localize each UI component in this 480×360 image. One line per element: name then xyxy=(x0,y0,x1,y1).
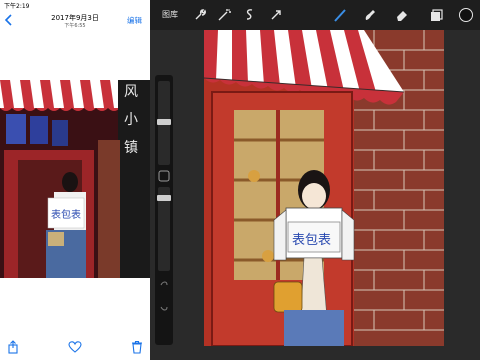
side-panel-graphic xyxy=(155,75,173,345)
canvas-sign-text: 表包表 xyxy=(292,233,331,248)
photo-awning xyxy=(0,80,120,111)
drawing-canvas[interactable]: 表包表 xyxy=(204,30,444,346)
photo-scene: 风 小 镇 表包表 xyxy=(0,80,150,278)
procreate-side-panel xyxy=(155,75,173,345)
smudge-icon[interactable] xyxy=(362,7,378,23)
brick-wall xyxy=(98,140,120,278)
selection-icon[interactable] xyxy=(242,7,258,23)
photo-image[interactable]: 风 小 镇 表包表 xyxy=(0,80,150,278)
magic-wand-icon[interactable] xyxy=(216,7,232,23)
eraser-icon[interactable] xyxy=(394,7,410,23)
heart-icon[interactable] xyxy=(68,340,82,354)
photo-sign-text: 表包表 xyxy=(51,208,81,221)
trash-icon[interactable] xyxy=(130,340,144,354)
brush-icon[interactable] xyxy=(332,7,348,23)
edit-button[interactable]: 编辑 xyxy=(127,15,142,26)
photo-shop-char-1: 风 xyxy=(124,84,138,100)
photo-shop-char-3: 镇 xyxy=(124,140,138,156)
poster xyxy=(6,114,26,144)
photo-toolbar xyxy=(0,336,150,360)
status-time: 下午2:19 xyxy=(4,3,30,10)
poster xyxy=(52,120,68,146)
opacity-thumb[interactable] xyxy=(157,195,171,201)
photo-shop-char-2: 小 xyxy=(124,112,138,128)
layers-icon[interactable] xyxy=(428,7,444,23)
wrench-icon[interactable] xyxy=(192,7,208,23)
color-icon[interactable] xyxy=(458,7,474,23)
procreate-toolbar: 图库 xyxy=(150,0,480,30)
photos-app-pane: 下午2:19 2017年9月3日 下午6:55 编辑 风 小 镇 表包表 xyxy=(0,0,150,360)
poster xyxy=(30,116,48,144)
move-icon[interactable] xyxy=(268,7,284,23)
illustration: 表包表 xyxy=(204,30,444,346)
share-icon[interactable] xyxy=(6,340,20,354)
gallery-button[interactable]: 图库 xyxy=(162,9,178,20)
photo-nav-bar: 2017年9月3日 下午6:55 编辑 xyxy=(0,10,150,34)
status-bar: 下午2:19 xyxy=(0,0,150,10)
building-right xyxy=(118,80,150,278)
brush-size-thumb[interactable] xyxy=(157,119,171,125)
